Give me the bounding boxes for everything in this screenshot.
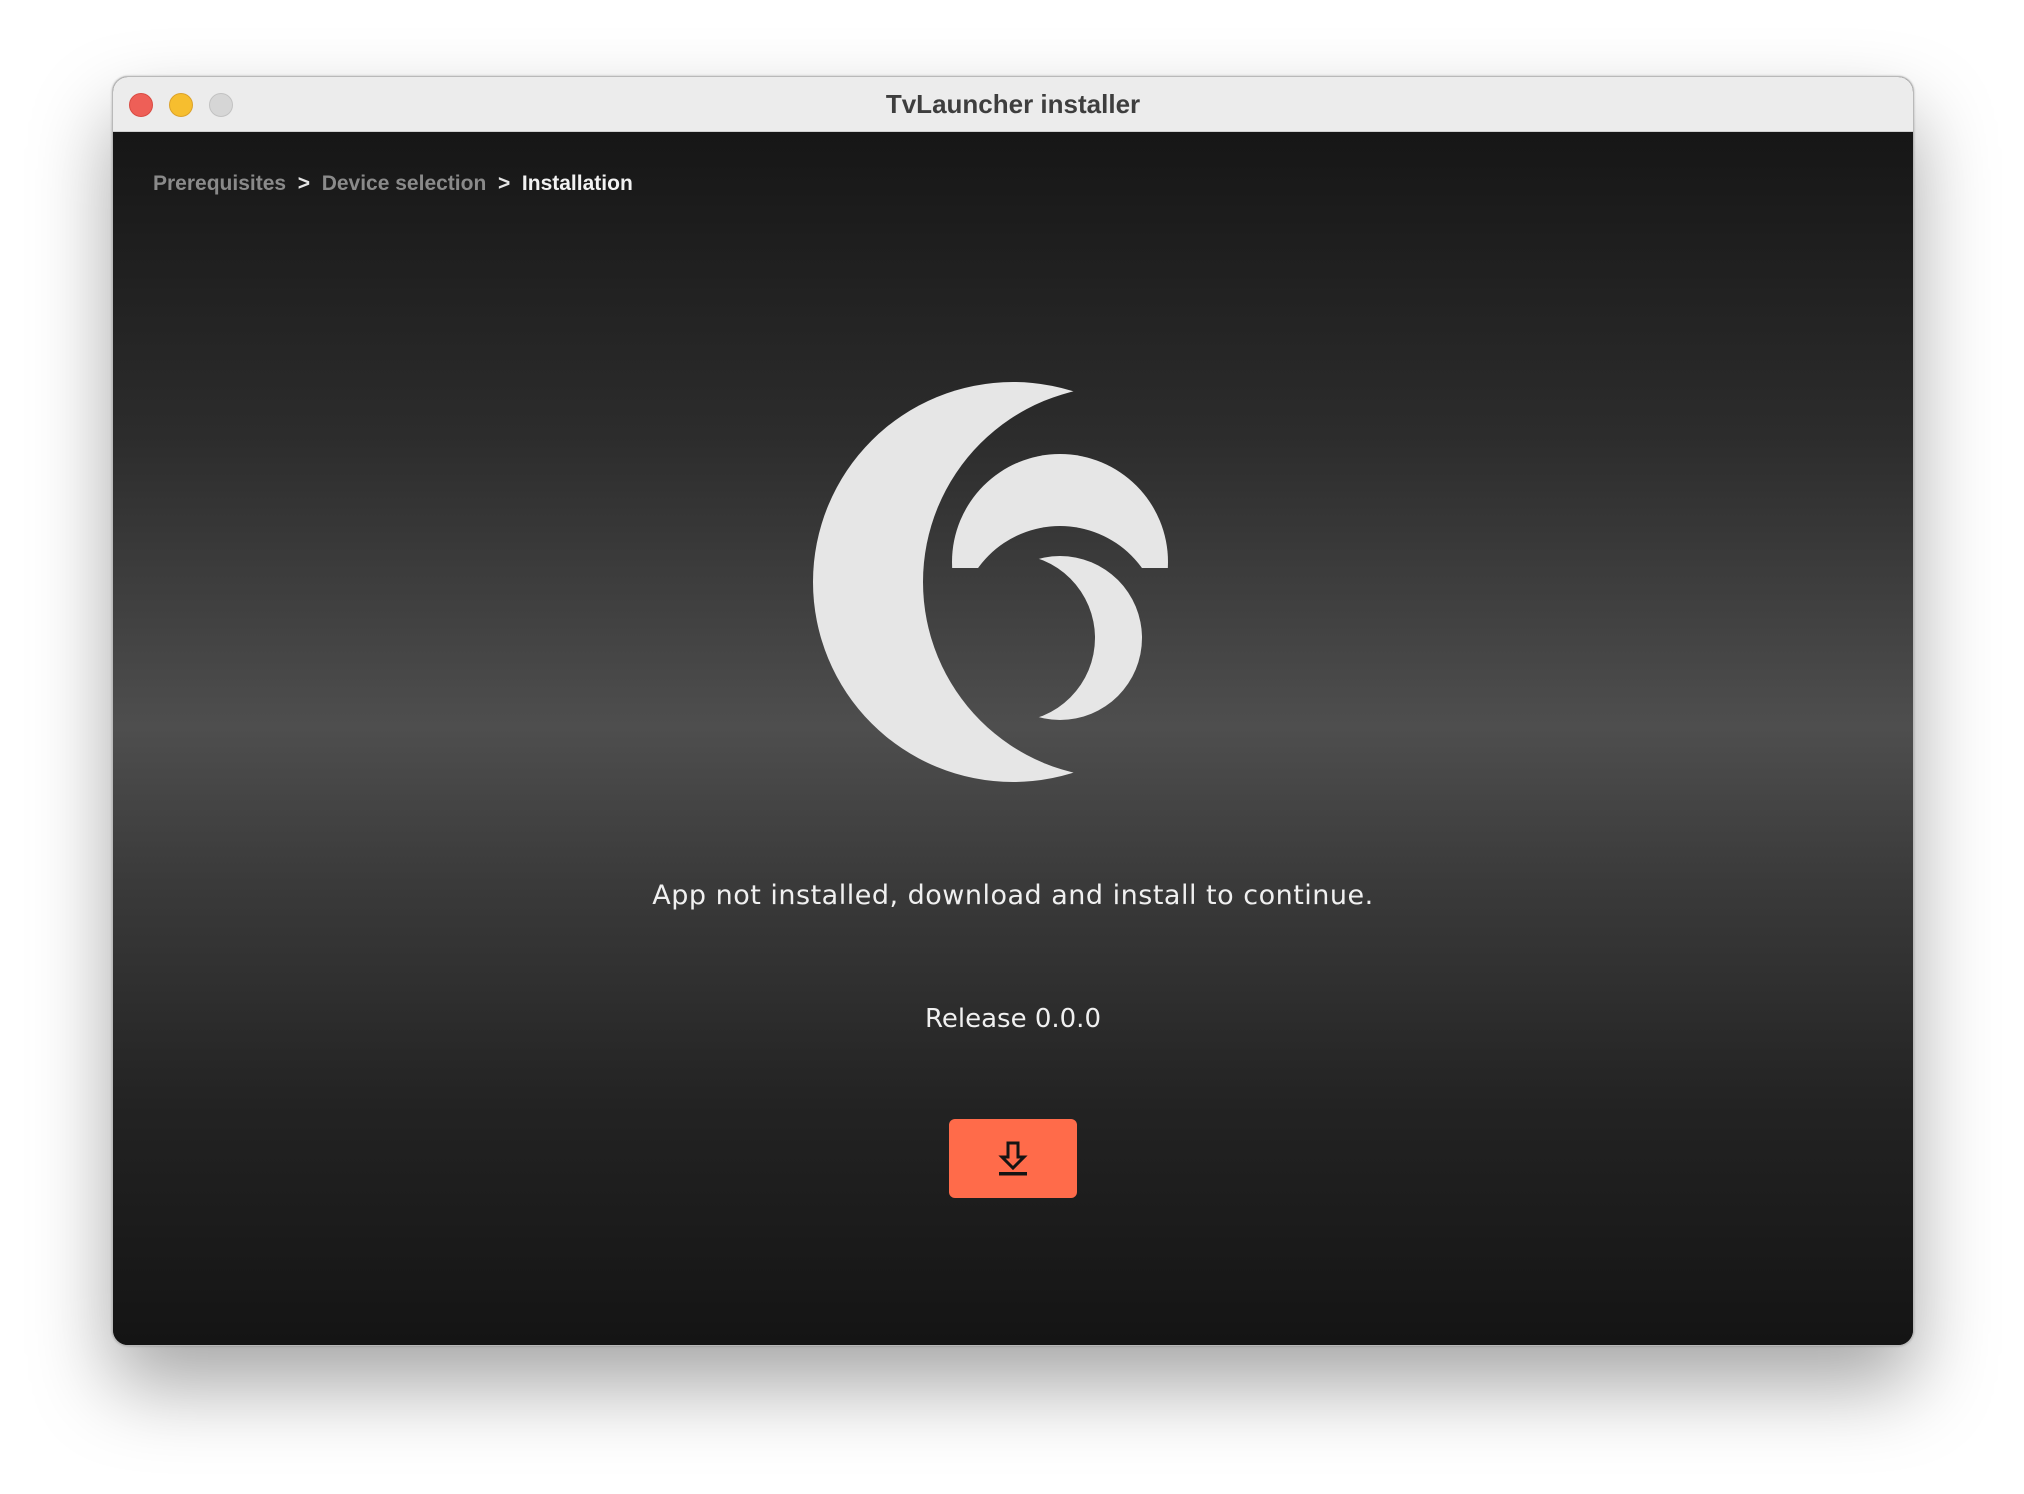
download-button[interactable] <box>949 1119 1077 1198</box>
install-status-message: App not installed, download and install … <box>652 880 1374 911</box>
download-icon <box>998 1141 1028 1175</box>
title-bar[interactable]: TvLauncher installer <box>113 77 1913 132</box>
breadcrumb-separator: > <box>291 172 316 195</box>
breadcrumb: Prerequisites > Device selection > Insta… <box>153 172 633 196</box>
app-logo-crescent-icon <box>813 382 1213 782</box>
breadcrumb-separator: > <box>492 172 517 195</box>
breadcrumb-item-prerequisites: Prerequisites <box>153 172 287 195</box>
window-title: TvLauncher installer <box>885 89 1141 119</box>
release-version-label: Release 0.0.0 <box>924 1004 1101 1034</box>
breadcrumb-item-installation: Installation <box>521 172 633 195</box>
installer-window: TvLauncher installer Prerequisites > Dev… <box>112 76 1914 1346</box>
main-content: Prerequisites > Device selection > Insta… <box>113 132 1913 1345</box>
breadcrumb-item-device-selection: Device selection <box>321 172 487 195</box>
